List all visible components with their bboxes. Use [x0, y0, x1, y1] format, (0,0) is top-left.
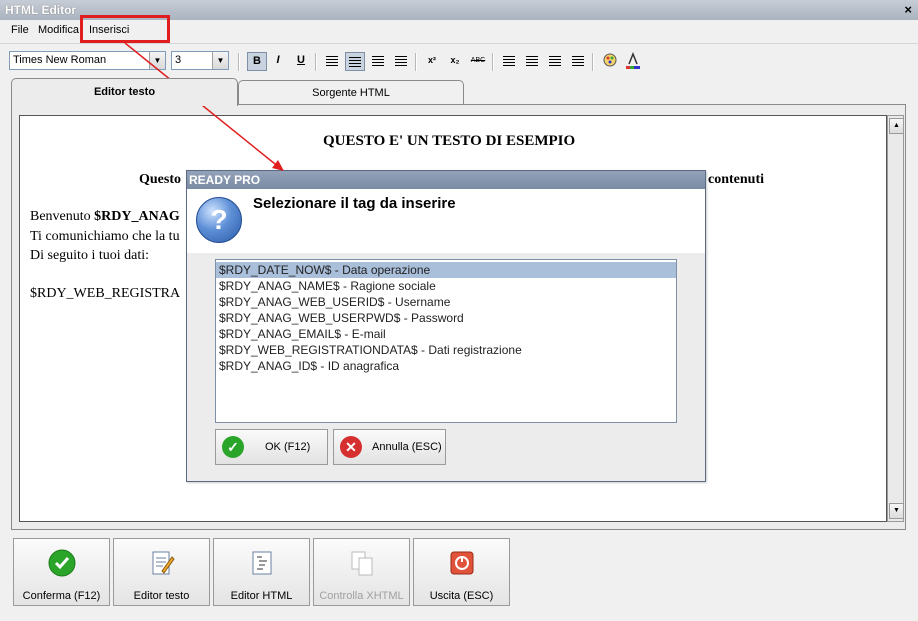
editor-welcome: Benvenuto [30, 209, 91, 224]
cancel-button[interactable]: ✕ Annulla (ESC) [333, 429, 446, 465]
indent-button[interactable] [568, 52, 588, 71]
numbered-list-button[interactable] [499, 52, 519, 71]
list-item[interactable]: $RDY_ANAG_WEB_USERID$ - Username [216, 294, 676, 310]
editor-line-data: Di seguito i tuoi dati: [30, 248, 149, 263]
editor-line2-end: contenuti [708, 172, 764, 187]
editor-heading: QUESTO E' UN TESTO DI ESEMPIO [323, 133, 576, 149]
align-left-icon [326, 56, 338, 66]
font-size-value: 3 [175, 54, 182, 66]
bullet-list-icon [526, 56, 538, 66]
menu-file[interactable]: File [11, 24, 29, 36]
chevron-down-icon[interactable]: ▼ [212, 52, 228, 69]
question-icon: ? [196, 197, 242, 243]
window-title: HTML Editor [5, 3, 77, 17]
subscript-button[interactable]: x₂ [445, 52, 465, 71]
list-item[interactable]: $RDY_ANAG_EMAIL$ - E-mail [216, 326, 676, 342]
underline-button[interactable]: U [291, 52, 311, 71]
exit-button-label: Uscita (ESC) [429, 590, 494, 602]
bold-button[interactable]: B [247, 52, 267, 71]
scroll-down-icon[interactable]: ▼ [889, 503, 904, 519]
toolbar-separator [592, 53, 594, 71]
italic-button[interactable]: I [268, 52, 288, 71]
align-justify-button[interactable] [391, 52, 411, 71]
check-icon: ✓ [222, 436, 244, 458]
validate-xhtml-button-label: Controlla XHTML [319, 590, 404, 602]
tab-editor-testo[interactable]: Editor testo [11, 78, 238, 106]
scroll-up-icon[interactable]: ▲ [889, 118, 904, 134]
annotation-highlight-box [80, 15, 170, 43]
editor-line-comm: Ti comunichiamo che la tu [30, 229, 180, 244]
editor-line-reg: $RDY_WEB_REGISTRA [30, 286, 181, 301]
ok-button[interactable]: ✓ OK (F12) [215, 429, 328, 465]
toolbar-separator [315, 53, 317, 71]
exit-button[interactable]: Uscita (ESC) [413, 538, 510, 606]
font-color-icon [626, 51, 640, 69]
chevron-down-icon[interactable]: ▼ [149, 52, 165, 69]
close-icon[interactable]: × [904, 2, 912, 17]
palette-icon [603, 53, 617, 67]
exit-icon [450, 551, 474, 575]
toolbar-separator [238, 53, 240, 71]
toolbar-separator [415, 53, 417, 71]
menu-modifica[interactable]: Modifica [38, 24, 79, 36]
editor-scrollbar[interactable]: ▲ ▼ [887, 115, 904, 522]
align-right-icon [372, 56, 384, 66]
list-item[interactable]: $RDY_ANAG_WEB_USERPWD$ - Password [216, 310, 676, 326]
indent-icon [572, 56, 584, 66]
editor-line2-start: Questo [139, 172, 181, 187]
superscript-button[interactable]: x² [422, 52, 442, 71]
edit-document-icon [152, 551, 175, 575]
text-editor-button-label: Editor testo [133, 590, 190, 602]
tab-sorgente-html[interactable]: Sorgente HTML [238, 80, 464, 104]
align-justify-icon [395, 56, 407, 66]
dialog-header: ? Selezionare il tag da inserire [187, 189, 705, 253]
html-document-icon [252, 551, 272, 575]
tag-listbox[interactable]: $RDY_DATE_NOW$ - Data operazione $RDY_ANA… [215, 259, 677, 423]
font-size-select[interactable]: 3 ▼ [171, 51, 229, 70]
html-editor-button-label: Editor HTML [230, 590, 293, 602]
align-left-button[interactable] [322, 52, 342, 71]
dialog-message: Selezionare il tag da inserire [253, 195, 456, 212]
confirm-button-label: Conferma (F12) [22, 590, 101, 602]
confirm-button[interactable]: Conferma (F12) [13, 538, 110, 606]
outdent-button[interactable] [545, 52, 565, 71]
text-editor-button[interactable]: Editor testo [113, 538, 210, 606]
editor-welcome-line: Benvenuto $RDY_ANAG [30, 209, 180, 225]
align-right-button[interactable] [368, 52, 388, 71]
validate-xhtml-button[interactable]: Controlla XHTML [313, 538, 410, 606]
validate-icon [351, 551, 373, 576]
list-item[interactable]: $RDY_WEB_REGISTRATIONDATA$ - Dati regist… [216, 342, 676, 358]
align-center-button[interactable] [345, 52, 365, 71]
bullet-list-button[interactable] [522, 52, 542, 71]
toolbar-separator [492, 53, 494, 71]
cancel-button-label: Annulla (ESC) [372, 441, 442, 453]
highlight-color-button[interactable] [600, 52, 620, 71]
check-circle-icon [48, 549, 76, 577]
outdent-icon [549, 56, 561, 66]
font-color-button[interactable] [623, 51, 643, 71]
align-center-icon [349, 57, 361, 67]
format-toolbar: Times New Roman ▼ 3 ▼ B I U x² x₂ ABC [0, 43, 918, 78]
list-item[interactable]: $RDY_ANAG_ID$ - ID anagrafica [216, 358, 676, 374]
font-family-value: Times New Roman [13, 54, 107, 66]
ok-button-label: OK (F12) [265, 441, 311, 453]
font-family-select[interactable]: Times New Roman ▼ [9, 51, 166, 70]
numbered-list-icon [503, 56, 515, 66]
editor-welcome-tag: $RDY_ANAG [94, 209, 180, 224]
dialog-title: READY PRO [187, 171, 705, 189]
list-item[interactable]: $RDY_DATE_NOW$ - Data operazione [216, 262, 676, 278]
strikethrough-button[interactable]: ABC [468, 52, 488, 71]
tag-select-dialog: READY PRO ? Selezionare il tag da inseri… [186, 170, 706, 482]
html-editor-button[interactable]: Editor HTML [213, 538, 310, 606]
cancel-icon: ✕ [340, 436, 362, 458]
list-item[interactable]: $RDY_ANAG_NAME$ - Ragione sociale [216, 278, 676, 294]
